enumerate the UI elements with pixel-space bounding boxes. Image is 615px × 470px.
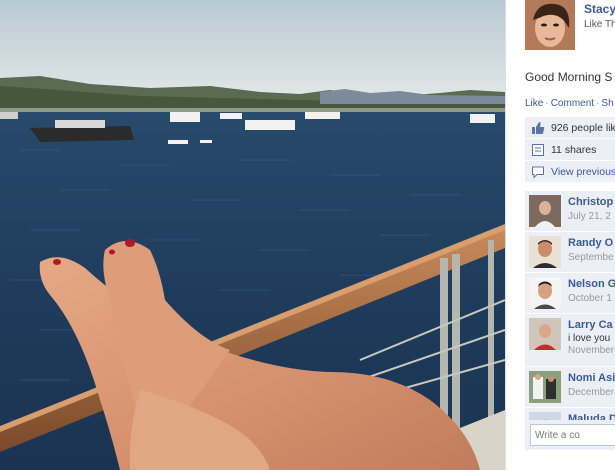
commenter-name[interactable]: Larry Ca <box>568 319 613 331</box>
comment-date: November <box>568 345 615 356</box>
shares-count[interactable]: 11 shares <box>551 144 596 156</box>
comment-date: Septembe <box>568 252 614 263</box>
like-link[interactable]: Like <box>525 98 543 109</box>
comment-date: December <box>568 387 615 398</box>
thumbs-up-icon <box>531 121 545 135</box>
post-caption: Good Morning S <box>525 70 613 84</box>
likes-count[interactable]: 926 people like <box>551 122 615 134</box>
comment-item: Randy O Septembe <box>525 232 615 273</box>
shares-row[interactable]: 11 shares <box>525 139 615 161</box>
commenter-name[interactable]: Christop <box>568 196 613 208</box>
commenter-avatar[interactable] <box>529 318 561 350</box>
comment-item: Nomi Asi December <box>525 367 615 408</box>
yacht-legs-photo <box>0 0 505 470</box>
comment-list: Christop July 21, 2 Randy O Septembe Nel… <box>525 191 615 449</box>
post-actions: Like · Comment · Sh <box>525 98 614 109</box>
commenter-name[interactable]: Nomi Asi <box>568 372 615 384</box>
share-icon <box>531 143 545 157</box>
post-photo[interactable] <box>0 0 505 470</box>
comment-item: Christop July 21, 2 <box>525 191 615 232</box>
comment-link[interactable]: Comment <box>551 98 594 109</box>
comment-composer <box>525 420 615 450</box>
comment-item: Larry Ca i love you November <box>525 314 615 367</box>
commenter-avatar[interactable] <box>529 371 561 403</box>
commenter-avatar[interactable] <box>529 277 561 309</box>
commenter-name[interactable]: Nelson G <box>568 278 615 290</box>
owner-subtitle[interactable]: Like Th <box>584 19 615 30</box>
owner-avatar[interactable] <box>525 0 575 50</box>
post-owner: Stacy Like Th <box>506 0 615 60</box>
view-previous-comments[interactable]: View previous <box>551 166 615 178</box>
view-previous-row[interactable]: View previous <box>525 161 615 183</box>
comment-date: July 21, 2 <box>568 211 611 222</box>
likes-row[interactable]: 926 people like <box>525 117 615 139</box>
feedback-summary: 926 people like 11 shares View previous <box>525 117 615 183</box>
comment-icon <box>531 165 545 179</box>
owner-name[interactable]: Stacy <box>584 2 615 16</box>
action-separator: · <box>545 98 549 109</box>
commenter-name[interactable]: Randy O <box>568 237 613 249</box>
comment-item: Nelson G October 1 <box>525 273 615 314</box>
photo-sidebar: Stacy Like Th Good Morning S Like · Commen… <box>505 0 615 470</box>
comment-date: October 1 <box>568 293 612 304</box>
commenter-avatar[interactable] <box>529 195 561 227</box>
comment-text: i love you <box>568 333 611 344</box>
commenter-avatar[interactable] <box>529 236 561 268</box>
share-link[interactable]: Sh <box>601 98 613 109</box>
comment-input[interactable] <box>530 424 615 446</box>
